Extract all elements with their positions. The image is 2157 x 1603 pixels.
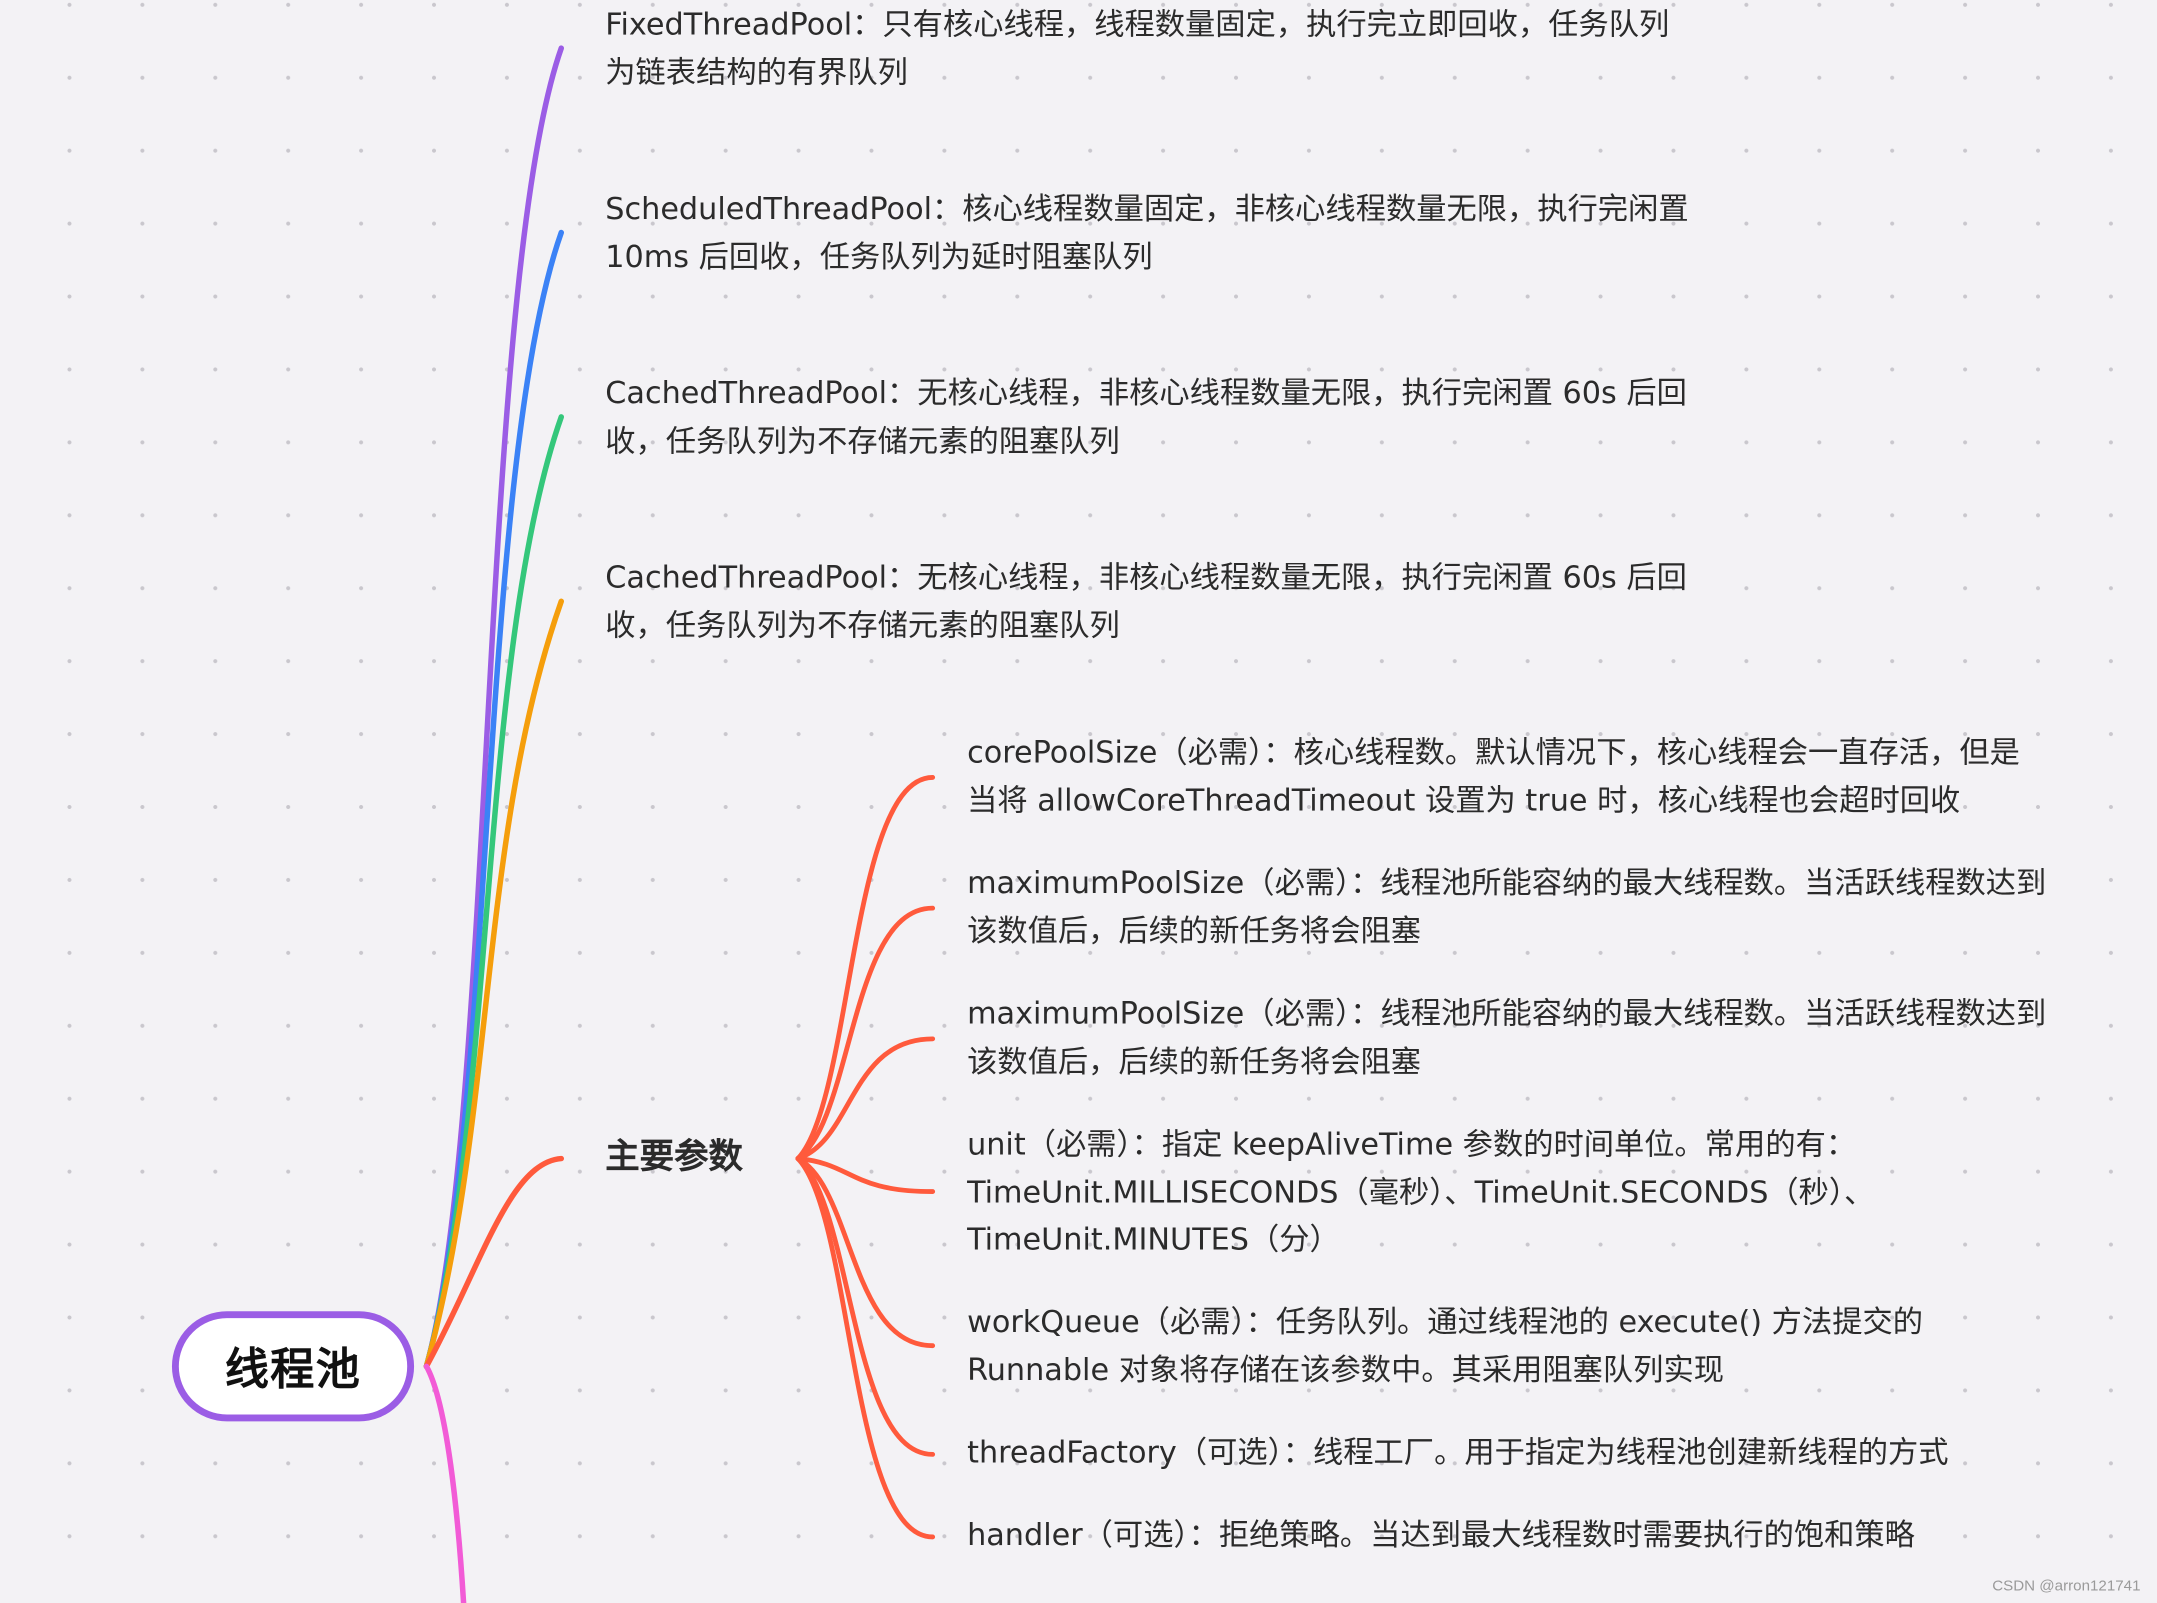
node-text-line: maximumPoolSize（必需）：线程池所能容纳的最大线程数。当活跃线程数…	[967, 997, 2047, 1032]
node-text-line: corePoolSize（必需）：核心线程数。默认情况下，核心线程会一直存活，但…	[967, 736, 2020, 771]
branch-param-2	[795, 1036, 936, 1161]
pool-type-node-cached[interactable]: CachedThreadPool：无核心线程，非核心线程数量无限，执行完闲置 6…	[605, 372, 1687, 467]
node-text-line: 为链表结构的有界队列	[605, 55, 908, 91]
param-node-handler[interactable]: handler（可选）：拒绝策略。当达到最大线程数时需要执行的饱和策略	[967, 1514, 1915, 1561]
node-text-line: unit（必需）：指定 keepAliveTime 参数的时间单位。常用的有：	[967, 1128, 1857, 1163]
param-node-core-pool-size[interactable]: corePoolSize（必需）：核心线程数。默认情况下，核心线程会一直存活，但…	[967, 731, 2020, 826]
node-text-line: 该数值后，后续的新任务将会阻塞	[967, 914, 1422, 949]
param-node-unit[interactable]: unit（必需）：指定 keepAliveTime 参数的时间单位。常用的有： …	[967, 1123, 1874, 1265]
node-text-line: 收，任务队列为不存储元素的阻塞队列	[605, 608, 1120, 644]
branch-param-0	[795, 775, 936, 1161]
param-node-maximum-pool-size[interactable]: maximumPoolSize（必需）：线程池所能容纳的最大线程数。当活跃线程数…	[967, 861, 2046, 956]
node-text-line: 该数值后，后续的新任务将会阻塞	[967, 1045, 1422, 1080]
param-node-thread-factory[interactable]: threadFactory（可选）：线程工厂。用于指定为线程池创建新线程的方式	[967, 1431, 1948, 1478]
watermark: CSDN @arron121741	[1992, 1578, 2141, 1595]
param-node-work-queue[interactable]: workQueue（必需）：任务队列。通过线程池的 execute() 方法提交…	[967, 1300, 1923, 1395]
root-node[interactable]: 线程池	[171, 1311, 415, 1422]
mindmap-canvas: 线程池 FixedThreadPool：只有核心线程，线程数量固定，执行完立即回…	[0, 0, 2157, 1603]
branch-param-6	[795, 1156, 936, 1540]
pool-type-node-cached-duplicate[interactable]: CachedThreadPool：无核心线程，非核心线程数量无限，执行完闲置 6…	[605, 556, 1687, 651]
node-text-line: workQueue（必需）：任务队列。通过线程池的 execute() 方法提交…	[967, 1305, 1924, 1341]
param-node-maximum-pool-size-duplicate[interactable]: maximumPoolSize（必需）：线程池所能容纳的最大线程数。当活跃线程数…	[967, 992, 2046, 1087]
node-text-line: CachedThreadPool：无核心线程，非核心线程数量无限，执行完闲置 6…	[605, 377, 1687, 412]
node-text-line: 收，任务队列为不存储元素的阻塞队列	[605, 424, 1120, 459]
root-label: 线程池	[224, 1342, 362, 1396]
node-text-line: threadFactory（可选）：线程工厂。用于指定为线程池创建新线程的方式	[967, 1436, 1949, 1471]
node-text-line: Runnable 对象将存储在该参数中。其采用阻塞队列实现	[967, 1353, 1724, 1388]
node-text-line: CachedThreadPool：无核心线程，非核心线程数量无限，执行完闲置 6…	[605, 561, 1687, 596]
params-node[interactable]: 主要参数	[605, 1132, 743, 1182]
node-text-line: 10ms 后回收，任务队列为延时阻塞队列	[605, 240, 1153, 275]
pool-type-node-fixed[interactable]: FixedThreadPool：只有核心线程，线程数量固定，执行完立即回收，任务…	[605, 3, 1669, 98]
node-text-line: handler（可选）：拒绝策略。当达到最大线程数时需要执行的饱和策略	[967, 1519, 1915, 1554]
node-text-line: 当将 allowCoreThreadTimeout 设置为 true 时，核心线…	[967, 783, 1961, 819]
node-text-line: FixedThreadPool：只有核心线程，线程数量固定，执行完立即回收，任务…	[605, 8, 1670, 43]
node-text-line: maximumPoolSize（必需）：线程池所能容纳的最大线程数。当活跃线程数…	[967, 866, 2047, 902]
node-text-line: TimeUnit.MINUTES（分）	[967, 1223, 1340, 1258]
pool-type-node-scheduled[interactable]: ScheduledThreadPool：核心线程数量固定，非核心线程数量无限，执…	[605, 187, 1688, 282]
branch-offscreen	[423, 1363, 467, 1603]
node-text-line: TimeUnit.MILLISECONDS（毫秒）、TimeUnit.SECON…	[967, 1175, 1875, 1211]
node-text-line: ScheduledThreadPool：核心线程数量固定，非核心线程数量无限，执…	[605, 192, 1689, 228]
